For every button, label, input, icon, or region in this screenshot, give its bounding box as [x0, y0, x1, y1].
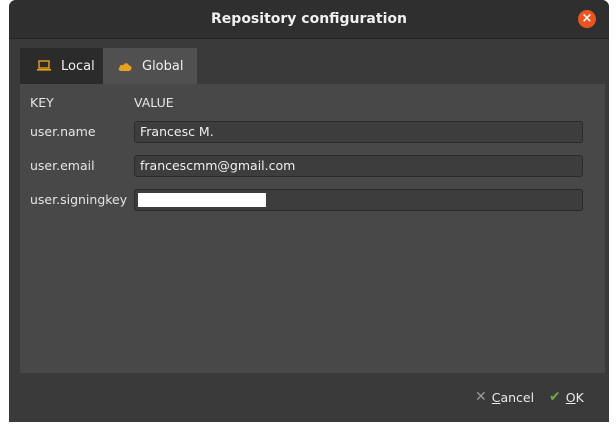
ok-label: OK: [565, 389, 584, 405]
dialog-title: Repository configuration: [211, 11, 407, 27]
user-signingkey-field[interactable]: [134, 189, 583, 211]
ok-button[interactable]: ✔ OK: [549, 387, 584, 407]
checkmark-icon: ✔: [549, 389, 561, 405]
key-user-email: user.email: [30, 158, 95, 173]
close-icon: ×: [581, 11, 593, 26]
column-header-key: KEY: [30, 95, 54, 110]
cancel-button[interactable]: ✕ Cancel: [475, 387, 534, 407]
close-button[interactable]: ×: [578, 10, 596, 28]
key-user-signingkey: user.signingkey: [30, 192, 128, 207]
tab-global-label: Global: [142, 58, 184, 74]
key-user-name: user.name: [30, 124, 96, 139]
tab-bar: Local Global: [20, 48, 605, 84]
redacted-value: [138, 193, 266, 207]
cancel-label: Cancel: [491, 389, 535, 405]
title-bar: Repository configuration ×: [9, 0, 609, 39]
tab-global[interactable]: Global: [103, 48, 197, 84]
user-name-field[interactable]: Francesc M.: [134, 121, 583, 143]
cloud-icon: [118, 63, 132, 71]
dialog-window: Repository configuration × Local Global …: [9, 0, 609, 422]
laptop-icon: [37, 60, 51, 71]
user-email-field[interactable]: francescmm@gmail.com: [134, 155, 583, 177]
column-header-value: VALUE: [134, 95, 174, 110]
tab-local[interactable]: Local: [20, 48, 103, 84]
tab-local-label: Local: [61, 58, 95, 74]
x-icon: ✕: [475, 389, 487, 405]
dialog-footer: ✕ Cancel ✔ OK: [9, 373, 609, 422]
